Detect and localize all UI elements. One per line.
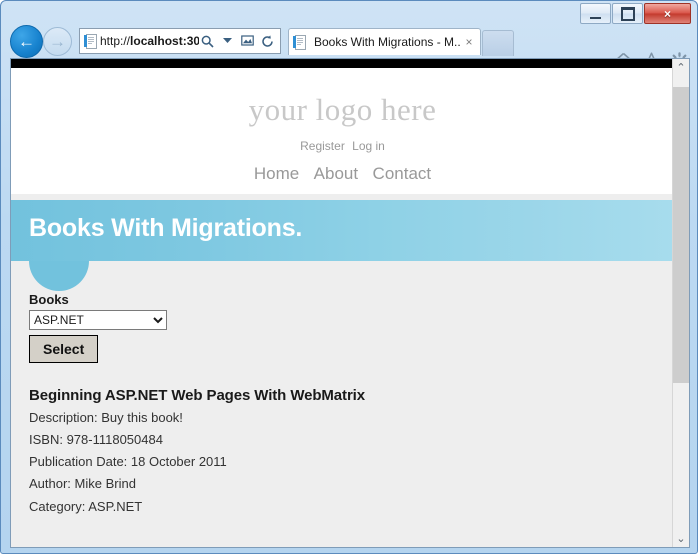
page-favicon-icon: [84, 34, 97, 49]
chevron-down-icon[interactable]: [219, 32, 236, 50]
site-logo: your logo here: [248, 92, 437, 127]
address-input[interactable]: http://localhost:302: [100, 34, 199, 48]
scroll-up-arrow-icon[interactable]: ⌃: [673, 59, 689, 76]
page-viewport: your logo here Register Log in Home Abou…: [10, 58, 690, 548]
site-header: your logo here Register Log in Home Abou…: [11, 68, 674, 194]
address-host: localhost:302: [130, 34, 199, 48]
tab-close-icon[interactable]: ×: [461, 34, 477, 50]
back-arrow-icon: ←: [18, 32, 35, 51]
book-title: Beginning ASP.NET Web Pages With WebMatr…: [29, 387, 365, 404]
maximize-button[interactable]: [612, 3, 643, 24]
minimize-icon: [590, 14, 601, 19]
refresh-icon[interactable]: [259, 32, 276, 50]
search-icon[interactable]: [199, 32, 216, 50]
register-link[interactable]: Register: [300, 139, 345, 153]
book-details: Beginning ASP.NET Web Pages With WebMatr…: [29, 387, 656, 515]
scrollbar-thumb[interactable]: [673, 87, 689, 383]
title-bar: ×: [1, 1, 697, 24]
address-bar[interactable]: http://localhost:302: [79, 28, 281, 54]
vertical-scrollbar[interactable]: ⌃ ⌄: [672, 59, 689, 547]
scroll-down-arrow-icon[interactable]: ⌄: [673, 530, 689, 547]
close-icon: ×: [663, 6, 671, 21]
browser-window: × ← → http://localhost:302: [0, 0, 698, 554]
auth-links: Register Log in: [11, 139, 674, 153]
main-navigation: Home About Contact: [11, 164, 674, 186]
page-banner: Books With Migrations.: [11, 200, 674, 291]
page-title: Books With Migrations.: [29, 214, 303, 242]
address-bar-icons: [199, 32, 280, 50]
book-publication-date: Publication Date: 18 October 2011: [29, 454, 227, 470]
compatibility-view-icon[interactable]: [239, 32, 256, 50]
maximize-icon: [620, 6, 635, 21]
tab-title: Books With Migrations - M...: [314, 35, 461, 49]
nav-link-about[interactable]: About: [314, 164, 358, 183]
book-category: Category: ASP.NET: [29, 498, 143, 514]
web-page: your logo here Register Log in Home Abou…: [11, 68, 674, 547]
page-content: Books ASP.NET Select Beginning ASP.NET W…: [11, 292, 674, 515]
window-controls: ×: [580, 3, 691, 24]
select-button[interactable]: Select: [29, 335, 99, 363]
top-black-bar: [11, 59, 674, 68]
login-link[interactable]: Log in: [352, 139, 385, 153]
minimize-button[interactable]: [580, 3, 611, 24]
scrollbar-track[interactable]: [673, 76, 689, 530]
forward-button[interactable]: →: [43, 27, 72, 56]
close-window-button[interactable]: ×: [644, 3, 691, 24]
address-scheme: http://: [100, 34, 131, 48]
new-tab-button[interactable]: [482, 30, 514, 56]
book-author: Author: Mike Brind: [29, 476, 136, 492]
banner-tab-shape: [29, 261, 89, 291]
book-description: Description: Buy this book!: [29, 410, 183, 425]
nav-link-home[interactable]: Home: [254, 164, 299, 183]
navigation-bar: ← → http://localhost:302: [1, 23, 697, 71]
books-select[interactable]: ASP.NET: [29, 310, 167, 330]
nav-link-contact[interactable]: Contact: [373, 164, 432, 183]
book-isbn: ISBN: 978-1118050484: [29, 432, 163, 448]
books-label: Books: [29, 292, 69, 307]
forward-arrow-icon: →: [49, 32, 66, 51]
browser-tab[interactable]: Books With Migrations - M... ×: [288, 28, 481, 55]
back-button[interactable]: ←: [10, 25, 43, 58]
tab-favicon-icon: [293, 35, 306, 50]
